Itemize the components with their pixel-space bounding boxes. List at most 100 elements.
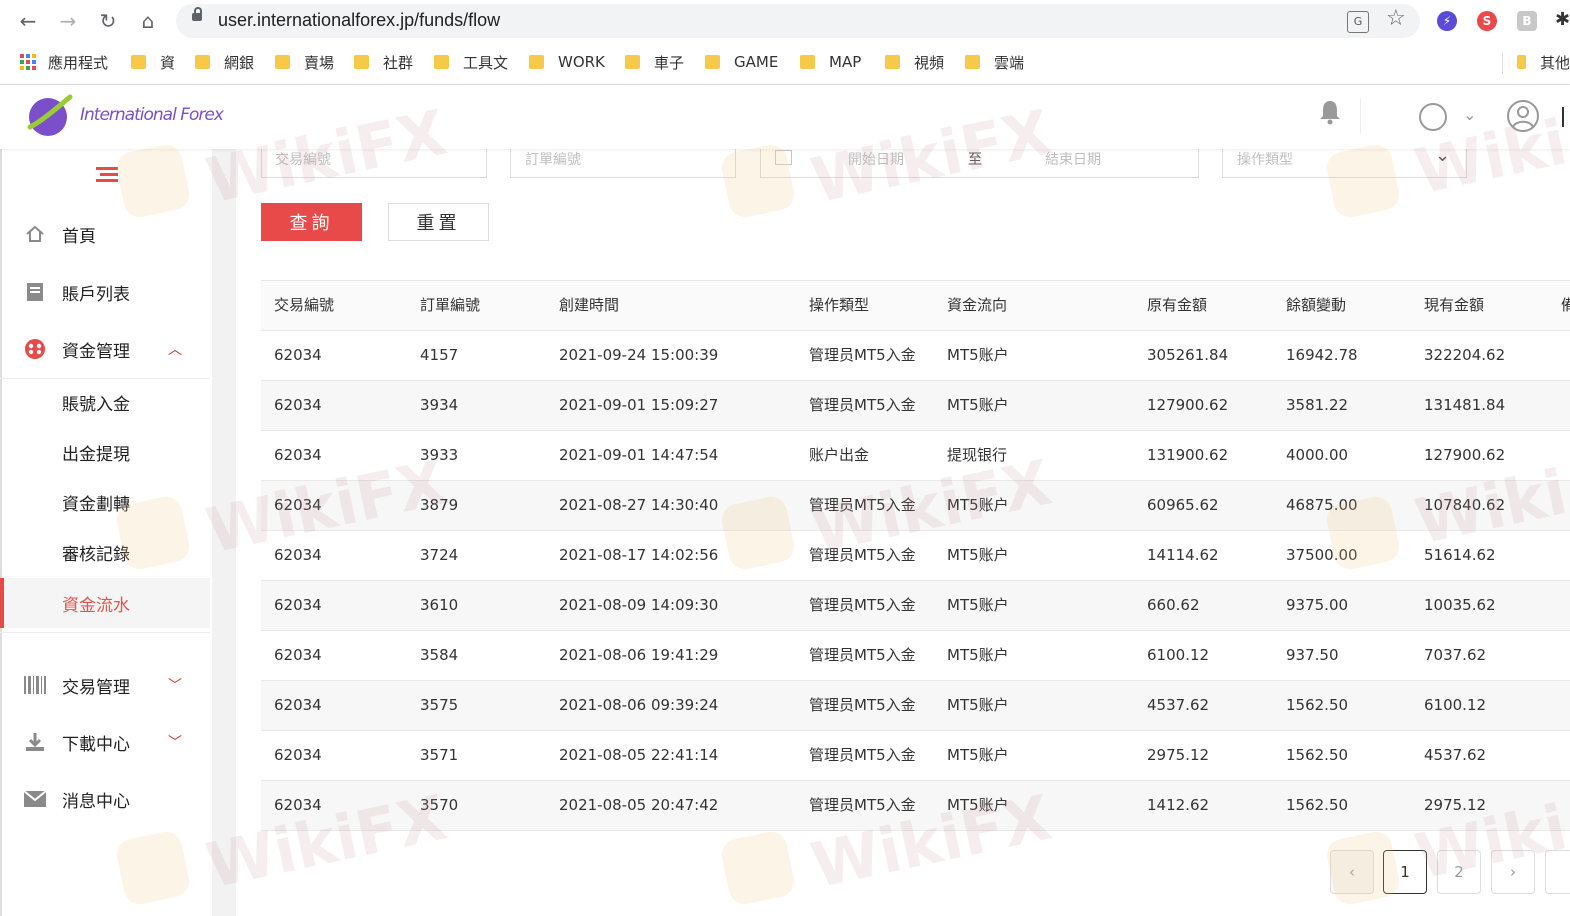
chevron-down-icon[interactable]: ⌄ <box>1463 105 1476 124</box>
bookmark-folder[interactable]: 視頻 <box>885 52 944 72</box>
translate-icon[interactable]: G <box>1347 11 1369 33</box>
next-page-button[interactable]: › <box>1491 850 1535 894</box>
page-1-button[interactable]: 1 <box>1383 850 1427 894</box>
table-cell: 2975.12 <box>1147 746 1210 764</box>
bookmark-label: 車子 <box>654 53 685 72</box>
order-no-placeholder: 訂單編號 <box>525 152 581 168</box>
table-cell: 62034 <box>274 796 322 814</box>
logo[interactable] <box>24 91 74 145</box>
puzzle-icon[interactable]: ✱ <box>1555 9 1570 30</box>
bookmark-label: 工具文 <box>463 53 509 72</box>
bookmark-folder[interactable]: MAP <box>800 52 861 72</box>
lock-icon[interactable] <box>192 7 202 21</box>
table-cell: 1562.50 <box>1286 796 1349 814</box>
sidebar-item-download[interactable]: 下載中心 ﹀ <box>0 722 210 762</box>
bookmark-label: GAME <box>734 53 779 71</box>
bookmark-apps[interactable]: 應用程式 <box>20 52 108 72</box>
star-icon[interactable]: ☆ <box>1386 6 1406 31</box>
bookmark-folder[interactable]: 社群 <box>354 52 413 72</box>
table-cell: 4000.00 <box>1286 446 1349 464</box>
b-extension-icon[interactable]: B <box>1517 11 1537 31</box>
sidebar-subitem-transfer[interactable]: 資金劃轉 <box>0 482 210 522</box>
sidebar-item-home[interactable]: 首頁 <box>0 214 210 254</box>
bookmark-label: 賣場 <box>304 53 335 72</box>
sidebar-item-trading[interactable]: 交易管理 ﹀ <box>0 665 210 705</box>
folder-icon <box>434 55 449 69</box>
order-no-input[interactable]: 訂單編號 <box>510 149 736 178</box>
s-extension-icon[interactable]: S <box>1477 11 1497 31</box>
bookmark-folder[interactable]: 雲端 <box>965 52 1024 72</box>
table-cell: 37500.00 <box>1286 546 1358 564</box>
sidebar-subitem-label: 審核記錄 <box>62 544 130 565</box>
sidebar-item-funds[interactable]: 資金管理 ︿ <box>0 329 210 369</box>
bookmark-folder[interactable]: 車子 <box>625 52 684 72</box>
table-cell: 305261.84 <box>1147 346 1229 364</box>
prev-page-button[interactable]: ‹ <box>1330 850 1374 894</box>
page-2-button[interactable]: 2 <box>1437 850 1481 894</box>
menu-toggle-icon[interactable] <box>96 167 118 183</box>
query-button[interactable]: 查詢 <box>261 203 362 241</box>
table-cell: 60965.62 <box>1147 496 1219 514</box>
sidebar-subitem-withdraw[interactable]: 出金提現 <box>0 432 210 472</box>
date-range-picker[interactable]: 開始日期 至 結束日期 <box>760 149 1199 178</box>
table-row: 62034 3879 2021-08-27 14:30:40 管理员MT5入金 MT5账… <box>261 481 1570 531</box>
table-cell: 2021-09-01 15:09:27 <box>559 396 719 414</box>
op-type-select[interactable]: 操作類型 ⌄ <box>1222 145 1467 178</box>
table-cell: 131481.84 <box>1424 396 1506 414</box>
folder-icon <box>885 55 900 69</box>
table-cell: 管理员MT5入金 <box>809 746 916 764</box>
table-row: 62034 4157 2021-09-24 15:00:39 管理员MT5入金 MT5账… <box>261 331 1570 381</box>
sidebar-subitem-label: 賬號入金 <box>62 394 130 415</box>
sidebar-item-messages[interactable]: 消息中心 <box>0 779 210 819</box>
user-avatar-icon[interactable] <box>1506 99 1540 137</box>
forward-arrow-icon[interactable]: → <box>55 8 81 34</box>
table-cell: 4537.62 <box>1424 746 1487 764</box>
bookmark-folder[interactable]: 網銀 <box>195 52 254 72</box>
table-cell: 131900.62 <box>1147 446 1229 464</box>
bookmark-folder[interactable]: WORK <box>529 52 605 72</box>
trade-no-input[interactable]: 交易編號 <box>261 149 487 178</box>
folder-icon <box>529 55 544 69</box>
table-cell: 管理员MT5入金 <box>809 596 916 614</box>
bookmark-folder[interactable]: GAME <box>705 52 778 72</box>
bolt-extension-icon[interactable]: ⚡ <box>1437 11 1457 31</box>
home-browser-icon[interactable]: ⌂ <box>135 8 161 34</box>
planet-logo-icon <box>27 94 73 136</box>
logo-text: International Forex <box>80 105 224 125</box>
sidebar-item-accounts[interactable]: 賬戶列表 <box>0 272 210 312</box>
bell-icon[interactable] <box>1318 99 1342 129</box>
table-cell: 账户出金 <box>809 446 870 464</box>
back-arrow-icon[interactable]: ← <box>15 8 41 34</box>
bookmark-label: 其他 <box>1539 53 1570 72</box>
bookmark-folder[interactable]: 資 <box>131 52 175 72</box>
sidebar-subitem-review[interactable]: 審核記錄 <box>0 532 210 572</box>
sidebar-subitem-flow-active[interactable]: 資金流水 <box>0 578 210 628</box>
bookmark-folder[interactable]: 賣場 <box>275 52 334 72</box>
folder-icon <box>275 55 290 69</box>
bookmark-other[interactable]: 其他 <box>1517 52 1570 72</box>
table-cell: 937.50 <box>1286 646 1339 664</box>
table-cell: 7037.62 <box>1424 646 1487 664</box>
table-cell: 62034 <box>274 646 322 664</box>
bookmark-label: 雲端 <box>994 53 1025 72</box>
bookmark-folder[interactable]: 工具文 <box>434 52 508 72</box>
table-cell: 62034 <box>274 546 322 564</box>
table-cell: 2021-08-17 14:02:56 <box>559 546 719 564</box>
folder-icon <box>705 55 720 69</box>
bookmark-label: 社群 <box>383 53 414 72</box>
column-header: 操作類型 <box>809 296 870 314</box>
url-text[interactable]: user.internationalforex.jp/funds/flow <box>218 10 500 31</box>
sidebar-subitem-deposit[interactable]: 賬號入金 <box>0 382 210 422</box>
table-row: 62034 3933 2021-09-01 14:47:54 账户出金 提现银行 1319… <box>261 431 1570 481</box>
table-header-row: 交易編號 訂單編號 創建時間 操作類型 資金流向 原有金額 餘額變動 現有金額 … <box>261 281 1570 331</box>
reload-icon[interactable]: ↻ <box>95 8 121 34</box>
table-cell: 3879 <box>420 496 459 514</box>
column-header: 訂單編號 <box>420 296 481 314</box>
table-cell: 322204.62 <box>1424 346 1506 364</box>
mail-icon <box>24 788 46 810</box>
language-circle-icon[interactable] <box>1419 103 1447 131</box>
table-cell: 2021-09-24 15:00:39 <box>559 346 719 364</box>
reset-button[interactable]: 重置 <box>388 203 489 241</box>
table-cell: 62034 <box>274 696 322 714</box>
header-edge <box>1562 107 1564 127</box>
